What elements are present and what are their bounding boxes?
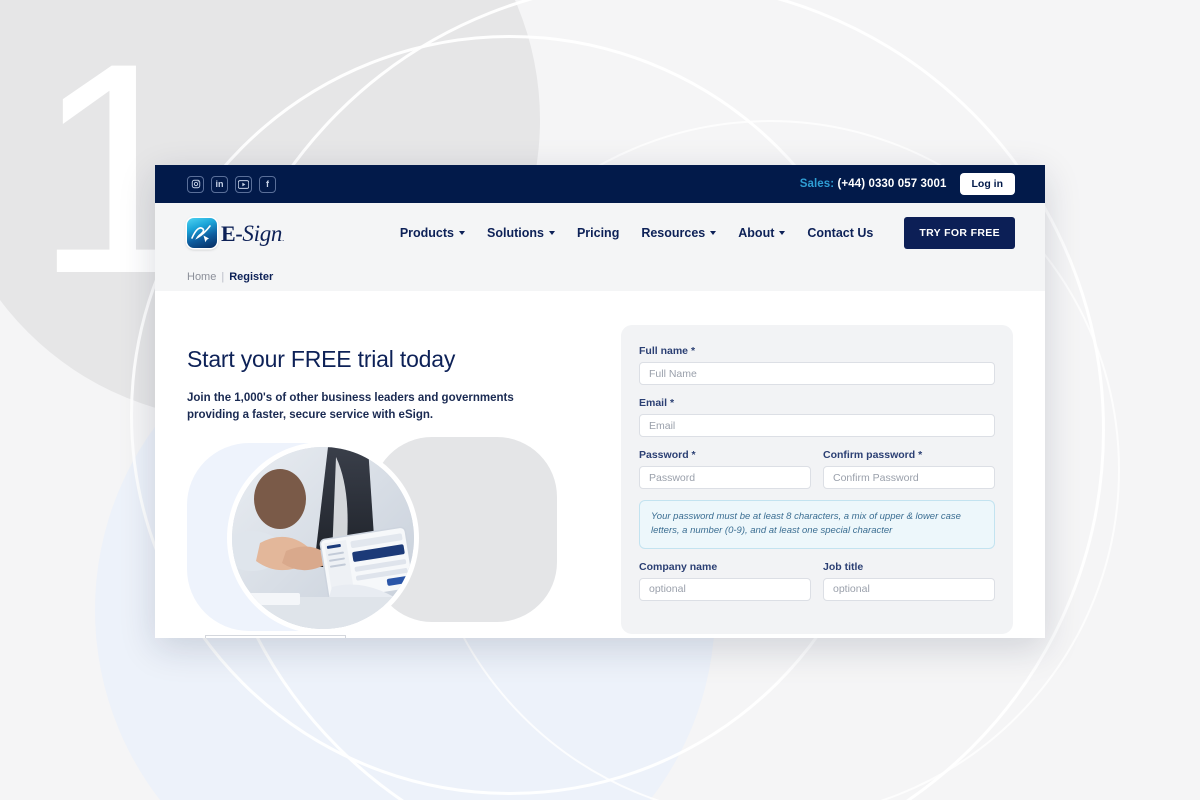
utility-bar-right: Sales: (+44) 0330 057 3001 Log in	[800, 173, 1015, 195]
nav-item-about[interactable]: About	[738, 226, 786, 240]
nav-label-pricing: Pricing	[576, 226, 620, 240]
label-email: Email *	[639, 397, 995, 409]
youtube-icon[interactable]	[235, 175, 252, 193]
hero-subcopy: Join the 1,000's of other business leade…	[187, 392, 514, 421]
password-input[interactable]	[639, 466, 811, 489]
chevron-down-icon	[459, 231, 465, 235]
browser-window: in f Sales: (+44) 0330 057 3001 Log in E…	[155, 165, 1045, 638]
nav-label-about: About	[738, 226, 775, 240]
label-text-confirm-password: Confirm password	[823, 449, 916, 461]
password-row: Password * Confirm password *	[639, 449, 995, 489]
label-confirm-password: Confirm password *	[823, 449, 995, 461]
label-company-name: Company name	[639, 560, 718, 573]
confirm-password-input[interactable]	[823, 466, 995, 489]
label-full-name: Full name *	[639, 345, 995, 357]
label-text-full-name: Full name	[639, 345, 689, 357]
facebook-icon[interactable]: f	[259, 175, 276, 193]
instagram-icon[interactable]	[187, 175, 204, 193]
label-job-title: Job title	[823, 560, 864, 573]
label-text-email: Email	[639, 397, 668, 409]
job-title-input[interactable]	[823, 577, 995, 601]
registration-form: Full name * Email *	[621, 325, 1013, 634]
hero-column: Start your FREE trial today Join the 1,0…	[187, 291, 587, 638]
breadcrumb: Home | Register	[155, 263, 1045, 291]
facebook-glyph: f	[266, 178, 269, 189]
nav-item-resources[interactable]: Resources	[641, 226, 717, 240]
page-root: 1 in f Sales: (+44) 0330 057 3001 Log in…	[0, 0, 1200, 800]
required-marker: *	[690, 345, 696, 357]
field-full-name: Full name *	[639, 345, 995, 385]
company-name-input[interactable]	[639, 577, 811, 601]
linkedin-icon[interactable]: in	[211, 175, 228, 193]
page-content: Start your FREE trial today Join the 1,0…	[155, 291, 1045, 638]
brand-logo[interactable]: E- Sign.	[187, 218, 284, 248]
full-name-input[interactable]	[639, 362, 995, 385]
nav-label-solutions: Solutions	[487, 226, 544, 240]
password-requirements-hint: Your password must be at least 8 charact…	[639, 500, 995, 549]
brand-e: E-	[221, 220, 243, 246]
chevron-down-icon	[548, 231, 555, 235]
field-job-title: Job title	[823, 561, 995, 601]
brand-wordmark: E- Sign.	[221, 222, 284, 245]
label-password: Password *	[639, 449, 811, 461]
log-in-button[interactable]: Log in	[959, 173, 1015, 195]
utility-bar: in f Sales: (+44) 0330 057 3001 Log in	[155, 165, 1045, 203]
nav-label-products: Products	[399, 226, 454, 240]
chevron-down-icon	[779, 231, 786, 235]
sales-label: Sales:	[799, 178, 835, 190]
breadcrumb-separator: |	[221, 271, 225, 283]
brand-tm: .	[282, 233, 284, 243]
nav-links: Products Solutions Pricing Resources Abo…	[400, 226, 874, 240]
nav-label-resources: Resources	[641, 226, 706, 240]
breadcrumb-current-page: Register	[229, 271, 274, 283]
try-for-free-button[interactable]: TRY FOR FREE	[904, 217, 1015, 249]
chevron-down-icon	[710, 231, 717, 235]
field-confirm-password: Confirm password *	[823, 449, 995, 489]
sales-phone-number[interactable]: (+44) 0330 057 3001	[837, 178, 946, 190]
nav-item-pricing[interactable]: Pricing	[577, 226, 619, 240]
esign-logo-icon	[187, 218, 217, 248]
company-row: Company name Job title	[639, 561, 995, 601]
field-email: Email *	[639, 397, 995, 437]
label-text-password: Password	[639, 449, 689, 461]
sales-contact: Sales: (+44) 0330 057 3001	[800, 178, 947, 190]
hero-artwork: Select Language	[187, 437, 587, 638]
email-input[interactable]	[639, 414, 995, 437]
breadcrumb-home-link[interactable]: Home	[187, 271, 216, 283]
main-navigation: E- Sign. Products Solutions Pricing Resou…	[155, 203, 1045, 263]
page-title: Start your FREE trial today	[187, 346, 456, 372]
linkedin-glyph: in	[215, 178, 224, 189]
field-password: Password *	[639, 449, 811, 489]
required-marker: *	[918, 449, 923, 461]
required-marker: *	[669, 397, 675, 409]
select-language-widget[interactable]: Select Language	[205, 635, 347, 638]
hero-photo	[232, 447, 414, 630]
social-links: in f	[187, 175, 276, 193]
nav-label-contact-us: Contact Us	[807, 226, 874, 240]
field-company-name: Company name	[639, 561, 811, 601]
required-marker: *	[691, 449, 696, 461]
nav-item-solutions[interactable]: Solutions	[487, 226, 555, 240]
brand-sign: Sign	[242, 220, 283, 246]
nav-item-contact-us[interactable]: Contact Us	[807, 226, 873, 240]
nav-item-products[interactable]: Products	[400, 226, 465, 240]
